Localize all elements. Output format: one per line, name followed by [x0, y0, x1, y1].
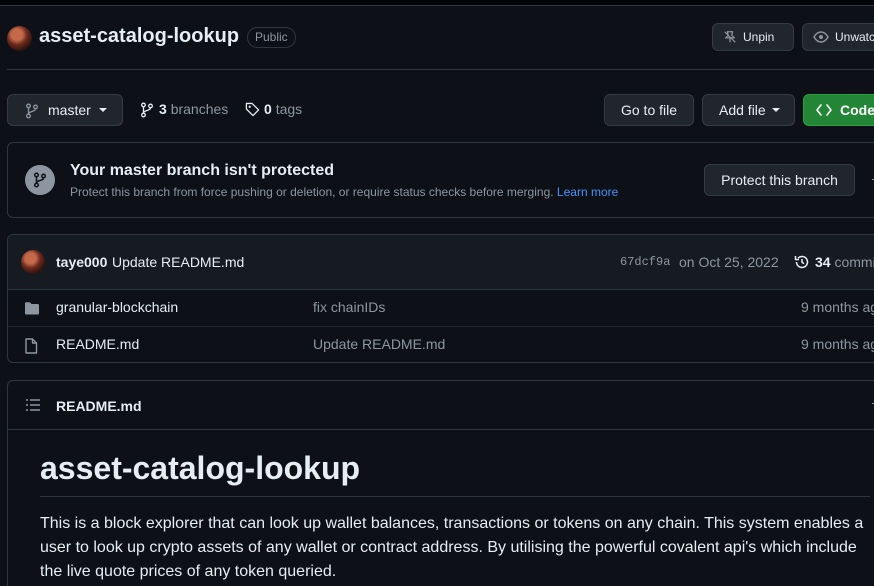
file-listing: taye000 Update README.md 67dcf9a on Oct … — [7, 234, 874, 363]
file-commit-message[interactable]: Update README.md — [313, 336, 445, 352]
tags-count: 0 — [264, 101, 272, 117]
commit-sha[interactable]: 67dcf9a — [620, 255, 670, 269]
add-file-button[interactable]: Add file — [702, 94, 795, 126]
learn-more-link[interactable]: Learn more — [557, 185, 618, 199]
heading-divider — [40, 496, 870, 497]
code-button[interactable]: Code — [803, 94, 874, 126]
tags-label: tags — [275, 101, 303, 117]
protect-description: Protect this branch from force pushing o… — [70, 185, 618, 199]
chevron-down-icon — [99, 108, 107, 112]
pin-slash-icon — [724, 31, 736, 43]
protect-title: Your master branch isn't protected — [70, 162, 335, 179]
readme-heading: asset-catalog-lookup — [40, 450, 361, 486]
commit-date: on Oct 25, 2022 — [679, 254, 779, 270]
branches-count: 3 — [159, 101, 167, 117]
add-file-label: Add file — [719, 102, 766, 118]
code-label: Code — [840, 102, 874, 118]
go-to-file-button[interactable]: Go to file — [604, 94, 694, 126]
git-branch-icon — [26, 103, 38, 119]
readme-paragraph: This is a block explorer that can look u… — [40, 515, 864, 580]
readme-filename[interactable]: README.md — [56, 398, 142, 414]
unpin-label: Unpin — [743, 30, 775, 44]
unpin-button[interactable]: Unpin — [712, 23, 794, 51]
file-age: 9 months ago — [801, 299, 874, 315]
branches-link[interactable]: 3 branches — [140, 101, 229, 118]
chevron-down-icon — [772, 108, 780, 112]
header-divider — [7, 69, 874, 70]
file-row[interactable]: granular-blockchain fix chainIDs 9 month… — [8, 290, 874, 327]
history-icon — [794, 255, 809, 269]
branch-select-button[interactable]: master — [7, 94, 123, 126]
latest-commit-bar: taye000 Update README.md 67dcf9a on Oct … — [8, 235, 874, 290]
folder-icon — [25, 302, 39, 315]
tags-link[interactable]: 0 tags — [245, 101, 302, 117]
protect-description-text: Protect this branch from force pushing o… — [70, 185, 554, 199]
commit-author-avatar[interactable] — [21, 250, 45, 274]
commit-author[interactable]: taye000 — [56, 254, 107, 270]
protect-branch-button[interactable]: Protect this branch — [704, 164, 855, 196]
file-age: 9 months ago — [801, 336, 874, 352]
eye-icon — [813, 31, 829, 43]
unwatch-label: Unwatch — [835, 30, 874, 44]
branch-protection-banner: Your master branch isn't protected Prote… — [7, 142, 874, 218]
readme-header: README.md — [8, 381, 874, 430]
file-row[interactable]: README.md Update README.md 9 months ago — [8, 326, 874, 362]
visibility-badge: Public — [247, 27, 296, 48]
file-name[interactable]: granular-blockchain — [56, 299, 178, 315]
branches-label: branches — [170, 101, 229, 117]
file-icon — [25, 338, 38, 354]
file-commit-message[interactable]: fix chainIDs — [313, 299, 385, 315]
commits-count: 34 — [815, 254, 831, 270]
repo-header: asset-catalog-lookup Public Unpin Unwatc… — [0, 6, 874, 70]
branch-name: master — [48, 102, 91, 118]
owner-avatar[interactable] — [7, 26, 32, 51]
list-unordered-icon[interactable] — [25, 398, 41, 412]
file-name[interactable]: README.md — [56, 336, 139, 352]
git-branch-icon — [141, 102, 153, 118]
unwatch-button[interactable]: Unwatch — [802, 23, 874, 51]
code-icon — [816, 104, 832, 116]
git-branch-icon — [25, 165, 55, 195]
tag-icon — [245, 102, 260, 117]
readme-panel: README.md asset-catalog-lookup This is a… — [7, 380, 874, 586]
commit-message[interactable]: Update README.md — [112, 254, 244, 270]
repo-name-link[interactable]: asset-catalog-lookup — [39, 25, 239, 48]
commits-link[interactable]: 34 commits — [794, 254, 874, 270]
commits-label: commits — [834, 254, 874, 270]
